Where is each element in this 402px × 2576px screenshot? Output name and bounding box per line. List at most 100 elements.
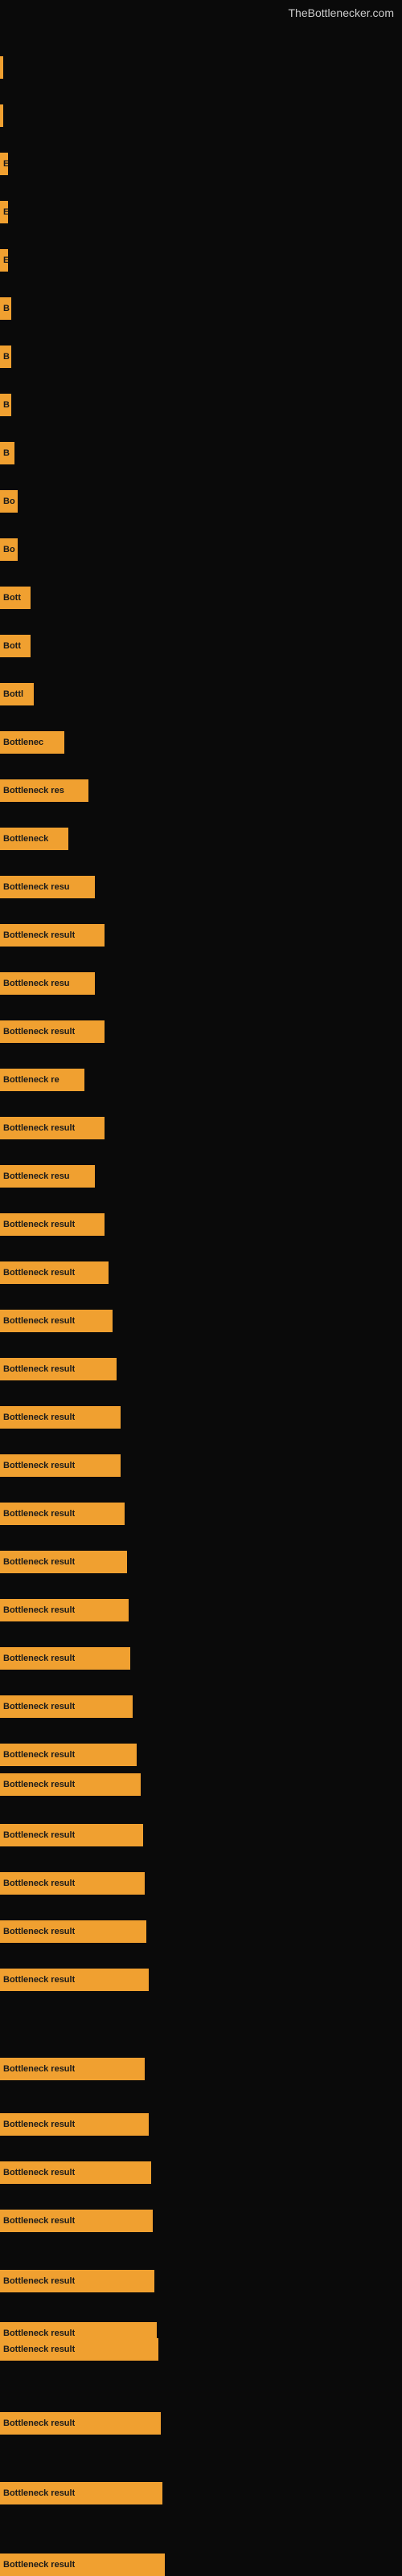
bar-label: B [3,352,10,362]
bar-label: Bottleneck result [3,2216,75,2226]
bar-label: Bottleneck result [3,1220,75,1229]
bar-label: Bottleneck result [3,2064,75,2074]
bar-row: Bottleneck result [0,1117,402,1139]
bar-row: Bottleneck result [0,1872,402,1895]
bar: Bottleneck resu [0,972,95,995]
bar-label: B [3,400,10,410]
bar [0,104,3,127]
bar: Bottleneck result [0,2161,151,2184]
bar-label: Bottleneck result [3,1268,75,1278]
bar-row: Bottleneck res [0,779,402,802]
bar-row: Bottleneck result [0,1647,402,1670]
bar-label: Bottlenec [3,738,43,747]
bar-label: Bo [3,545,15,554]
bar-row: Bott [0,635,402,657]
bar-row: Bottleneck result [0,1695,402,1718]
bar: Bottleneck result [0,2338,158,2361]
bar: Bottleneck result [0,1020,105,1043]
bar-label: Bottleneck result [3,1509,75,1519]
bar: Bottleneck res [0,779,88,802]
bar-label: Bott [3,593,21,603]
bar-label: Bottleneck result [3,2120,75,2129]
bar: Bottleneck result [0,1969,149,1991]
bar-label: E [3,256,8,265]
bar-label: E [3,207,8,217]
bar: Bo [0,538,18,561]
bar-row: Bottleneck result [0,1261,402,1284]
bar: Bottleneck result [0,1744,137,1766]
bar: Bottleneck result [0,1773,141,1796]
bar-row [0,104,402,127]
bar: Bottleneck [0,828,68,850]
bar-label: Bottleneck result [3,1927,75,1936]
bar-row: Bott [0,587,402,609]
bar-label: Bottleneck result [3,1364,75,1374]
bar-label: Bottleneck result [3,1975,75,1985]
bar-row: Bottleneck resu [0,876,402,898]
bar-row: E [0,153,402,175]
bar-row: Bottleneck result [0,924,402,947]
bar: Bottleneck result [0,1551,127,1573]
bar-row: E [0,249,402,272]
bar-label: Bottleneck result [3,2560,75,2570]
bar-label: Bottleneck result [3,2419,75,2428]
bar-label: Bottleneck result [3,1123,75,1133]
bar-row: Bottleneck result [0,2338,402,2361]
bar-row: Bottleneck result [0,2554,402,2576]
bar-row: B [0,346,402,368]
bar-label: Bottleneck result [3,2168,75,2177]
bar-label: Bottleneck result [3,1557,75,1567]
bar-label: Bottleneck resu [3,979,70,988]
bar-row: Bottleneck result [0,1920,402,1943]
bar-label: Bottleneck result [3,1654,75,1663]
bar-label: B [3,448,10,458]
bar-label: Bottleneck resu [3,882,70,892]
bar: Bottleneck result [0,2113,149,2136]
bar-row: Bottleneck result [0,2412,402,2435]
bar: Bottleneck result [0,1117,105,1139]
bar: Bottleneck result [0,1920,146,1943]
bar-label: Bott [3,641,21,651]
bar-label: B [3,304,10,313]
bar: Bottleneck result [0,1213,105,1236]
bar: Bottleneck result [0,1503,125,1525]
bar-row: Bottleneck result [0,2482,402,2504]
bar: Bottleneck result [0,2554,165,2576]
bar-row: Bottleneck result [0,2113,402,2136]
bar-row [0,56,402,79]
bar-label: Bottleneck result [3,2329,75,2338]
bar-row: Bottleneck result [0,1406,402,1429]
bar-row: Bottleneck result [0,2210,402,2232]
bar-row: Bo [0,538,402,561]
bar: Bott [0,587,31,609]
bar: B [0,346,11,368]
bar-label: Bottleneck result [3,1780,75,1789]
bar: Bottleneck result [0,1647,130,1670]
bar-label: Bottleneck result [3,1750,75,1760]
bar-label: Bottleneck result [3,1316,75,1326]
bar: B [0,297,11,320]
bar-row: Bottleneck re [0,1069,402,1091]
bar-row: Bottleneck result [0,2058,402,2080]
bar-label: E [3,159,8,169]
bar-row: Bottlenec [0,731,402,754]
bar-row: Bottleneck result [0,1020,402,1043]
bar: Bottleneck resu [0,876,95,898]
bar-label: Bottleneck res [3,786,64,795]
bar-label: Bottleneck result [3,2345,75,2354]
bar-row: Bottleneck result [0,1599,402,1621]
bar-label: Bottleneck result [3,1879,75,1888]
bar-row: Bottleneck result [0,1213,402,1236]
bar-label: Bottleneck result [3,1830,75,1840]
bar-label: Bottleneck resu [3,1171,70,1181]
bar-label: Bottleneck result [3,1702,75,1711]
bar-row: Bottleneck result [0,1744,402,1766]
bar-row: Bottleneck result [0,1358,402,1380]
bar: Bottleneck result [0,1261,109,1284]
bar-row: Bottleneck result [0,1454,402,1477]
bar-row: B [0,297,402,320]
bar: Bo [0,490,18,513]
bar-row: Bottleneck result [0,2161,402,2184]
bar: Bottleneck result [0,2482,162,2504]
bar: Bottleneck result [0,1358,117,1380]
